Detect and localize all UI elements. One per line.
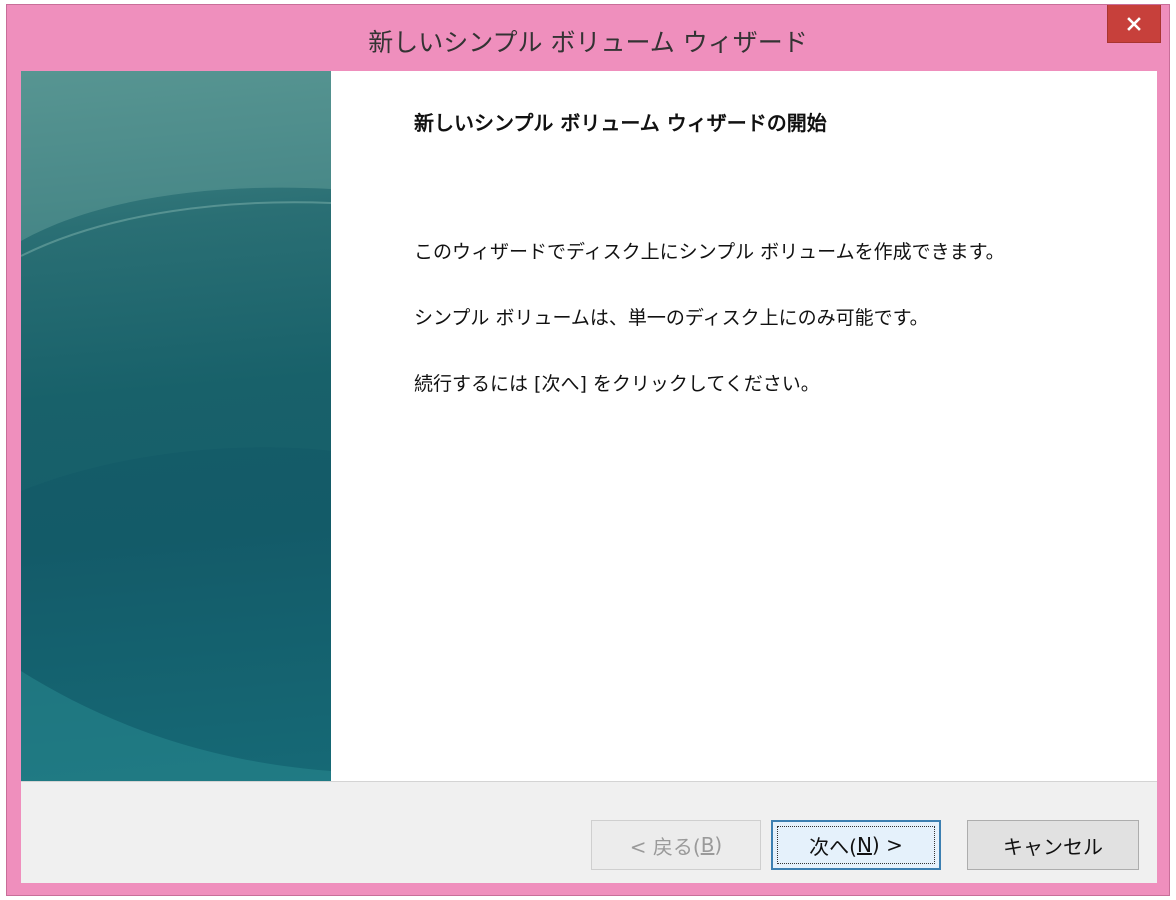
wizard-client-area: 新しいシンプル ボリューム ウィザードの開始 このウィザードでディスク上にシンプ… [21, 71, 1157, 883]
banner-graphic [21, 71, 331, 781]
button-bar: < 戻る(B) 次へ(N) > キャンセル [21, 781, 1157, 883]
window-title: 新しいシンプル ボリューム ウィザード [368, 28, 808, 57]
description-line-1: このウィザードでディスク上にシンプル ボリュームを作成できます。 [414, 241, 1005, 263]
back-button-label-prefix: < 戻る( [629, 834, 701, 859]
wizard-window: 新しいシンプル ボリューム ウィザード 新しいシンプル ボリューム ウィザードの… [6, 4, 1170, 896]
page-heading: 新しいシンプル ボリューム ウィザードの開始 [414, 111, 827, 135]
description-line-2: シンプル ボリュームは、単一のディスク上にのみ可能です。 [414, 307, 929, 329]
wizard-content: 新しいシンプル ボリューム ウィザードの開始 このウィザードでディスク上にシンプ… [331, 71, 1157, 781]
title-bar[interactable]: 新しいシンプル ボリューム ウィザード [7, 5, 1169, 71]
wizard-side-banner [21, 71, 331, 781]
next-button[interactable]: 次へ(N) > [771, 820, 941, 870]
cancel-button[interactable]: キャンセル [967, 820, 1139, 870]
cancel-button-label: キャンセル [1003, 834, 1103, 859]
back-button-label-suffix: ) [714, 833, 723, 857]
description-line-3: 続行するには [次へ] をクリックしてください。 [414, 373, 820, 395]
back-button-accesskey: B [700, 833, 715, 857]
close-icon [1127, 16, 1141, 31]
back-button[interactable]: < 戻る(B) [591, 820, 761, 870]
close-button[interactable] [1107, 5, 1161, 43]
focus-rectangle [777, 826, 935, 864]
